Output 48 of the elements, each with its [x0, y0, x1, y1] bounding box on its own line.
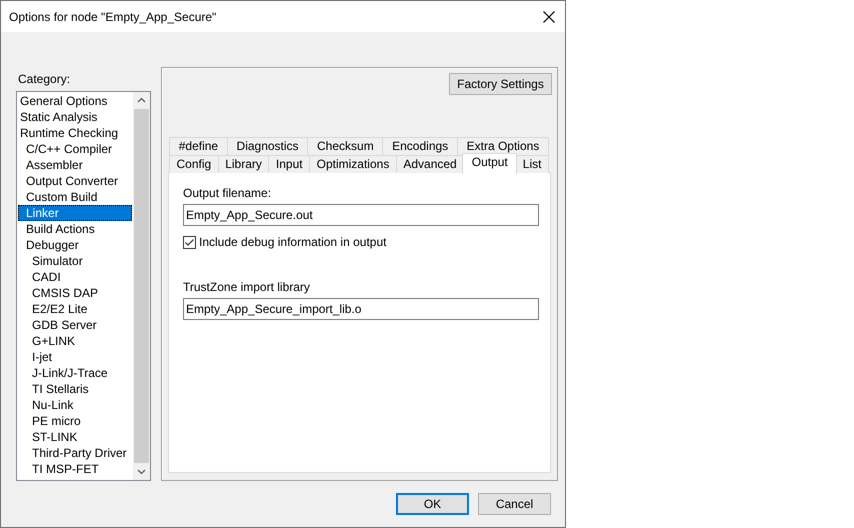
category-item[interactable]: TI Stellaris — [18, 381, 132, 397]
category-item[interactable]: E2/E2 Lite — [18, 301, 132, 317]
dialog-button[interactable]: OK — [396, 493, 469, 515]
tab[interactable]: List — [515, 155, 549, 173]
category-item[interactable]: Static Analysis — [18, 109, 132, 125]
category-item[interactable]: Assembler — [18, 157, 132, 173]
category-item[interactable]: Debugger — [18, 237, 132, 253]
tab[interactable]: Advanced — [396, 155, 464, 173]
tab[interactable]: Optimizations — [309, 155, 397, 173]
category-item[interactable]: J-Link/J-Trace — [18, 365, 132, 381]
category-item[interactable]: C/C++ Compiler — [18, 141, 132, 157]
checkbox-label: Include debug information in output — [199, 235, 386, 249]
category-item[interactable]: GDB Server — [18, 317, 132, 333]
category-item[interactable]: ST-LINK — [18, 429, 132, 445]
tab[interactable]: Encodings — [382, 137, 458, 155]
category-item[interactable]: Custom Build — [18, 189, 132, 205]
window-title: Options for node "Empty_App_Secure" — [9, 10, 218, 24]
tab[interactable]: Library — [218, 155, 270, 173]
input-field[interactable]: Empty_App_Secure.out — [183, 204, 539, 226]
dialog-button[interactable]: Cancel — [478, 493, 551, 515]
tab[interactable]: #define — [169, 137, 228, 155]
category-item[interactable]: CMSIS DAP — [18, 285, 132, 301]
category-item[interactable]: Runtime Checking — [18, 125, 132, 141]
tab[interactable]: Extra Options — [456, 137, 550, 155]
category-item[interactable]: I-jet — [18, 349, 132, 365]
category-item[interactable]: CADI — [18, 269, 132, 285]
category-item[interactable]: General Options — [18, 93, 132, 109]
close-icon[interactable] — [543, 10, 555, 22]
input-field[interactable]: Empty_App_Secure_import_lib.o — [183, 298, 539, 320]
scrollbar-thumb[interactable] — [134, 109, 149, 463]
field-label: Output filename: — [183, 186, 272, 200]
tab[interactable]: Diagnostics — [226, 137, 308, 155]
category-item[interactable]: G+LINK — [18, 333, 132, 349]
tab[interactable]: Output — [462, 153, 518, 174]
checkbox[interactable] — [183, 236, 196, 248]
category-item[interactable]: Output Converter — [18, 173, 132, 189]
category-item[interactable]: Linker — [18, 205, 132, 221]
category-item[interactable]: Nu-Link — [18, 397, 132, 413]
category-item[interactable]: Simulator — [18, 253, 132, 269]
category-item[interactable]: Build Actions — [18, 221, 132, 237]
factory-settings-button[interactable]: Factory Settings — [449, 73, 552, 95]
category-item[interactable]: PE micro — [18, 413, 132, 429]
tab[interactable]: Input — [268, 155, 310, 173]
category-label: Category: — [18, 71, 70, 87]
category-item[interactable]: TI MSP-FET — [18, 461, 132, 477]
category-item[interactable]: Third-Party Driver — [18, 445, 132, 461]
tab[interactable]: Config — [169, 155, 219, 173]
field-label: TrustZone import library — [183, 280, 310, 294]
